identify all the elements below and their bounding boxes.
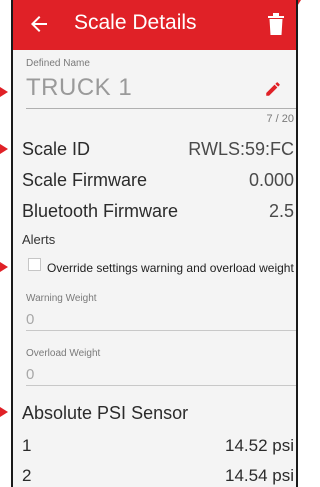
annotation-arrow bbox=[0, 87, 8, 97]
app-bar: Scale Details bbox=[13, 0, 296, 50]
scale-id-label: Scale ID bbox=[22, 139, 91, 159]
psi-sensor-title: Absolute PSI Sensor bbox=[22, 403, 189, 423]
overload-weight-underline bbox=[26, 385, 296, 386]
psi-row-name: 1 bbox=[22, 436, 32, 455]
psi-row-value: 14.54 psi bbox=[225, 466, 294, 485]
annotation-arrow bbox=[0, 407, 8, 417]
phone-screen: Scale Details Defined Name TRUCK 1 7 / 2… bbox=[11, 0, 298, 487]
scale-id-value: RWLS:59:FC bbox=[188, 139, 294, 159]
overload-weight-label: Overload Weight bbox=[26, 348, 101, 359]
arrow-left-icon[interactable] bbox=[27, 12, 51, 36]
scale-firmware-label: Scale Firmware bbox=[22, 170, 148, 190]
warning-weight-input[interactable]: 0 bbox=[26, 311, 34, 328]
defined-name-underline bbox=[26, 108, 296, 109]
defined-name-input[interactable]: TRUCK 1 bbox=[26, 74, 132, 102]
override-checkbox[interactable] bbox=[28, 258, 41, 271]
annotation-arrow bbox=[0, 262, 8, 272]
character-counter: 7 / 20 bbox=[266, 113, 294, 125]
psi-row-value: 14.52 psi bbox=[225, 436, 294, 455]
defined-name-label: Defined Name bbox=[26, 58, 90, 69]
bluetooth-firmware-label: Bluetooth Firmware bbox=[22, 201, 179, 221]
psi-row-name: 2 bbox=[22, 466, 32, 485]
annotation-arrow bbox=[0, 144, 8, 154]
pencil-icon[interactable] bbox=[264, 80, 282, 98]
scale-firmware-value: 0.000 bbox=[248, 170, 294, 190]
warning-weight-label: Warning Weight bbox=[26, 293, 97, 304]
bluetooth-firmware-value: 2.5 bbox=[268, 201, 294, 221]
alerts-heading: Alerts bbox=[22, 232, 56, 247]
override-checkbox-label[interactable]: Override settings warning and overload w… bbox=[47, 261, 294, 275]
page-title: Scale Details bbox=[74, 11, 197, 34]
trash-icon[interactable] bbox=[268, 13, 284, 35]
warning-weight-underline bbox=[26, 330, 296, 331]
overload-weight-input[interactable]: 0 bbox=[26, 366, 34, 383]
